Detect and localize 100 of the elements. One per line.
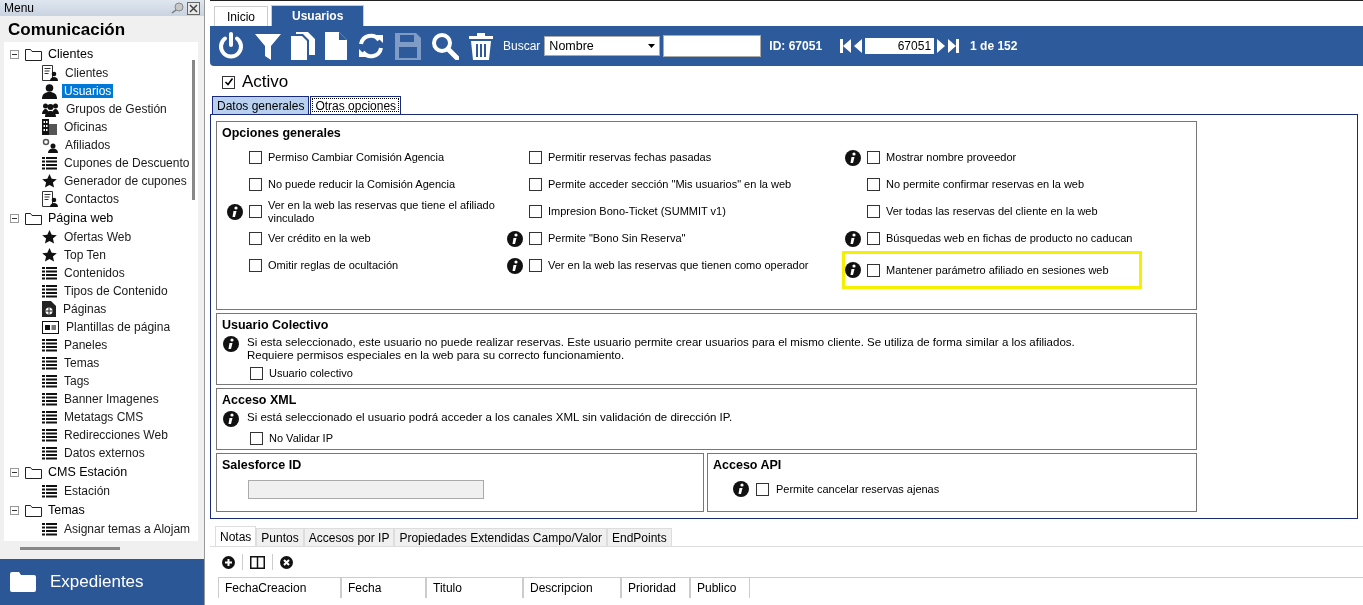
checkbox[interactable] — [222, 75, 235, 89]
checkbox[interactable] — [249, 232, 262, 245]
file-icon[interactable] — [325, 32, 347, 60]
group-title: Acceso API — [713, 458, 783, 472]
checkbox[interactable] — [249, 259, 262, 272]
trash-icon[interactable] — [469, 32, 493, 60]
tree-item[interactable]: Asignar temas a Alojam — [62, 522, 193, 536]
tree-item[interactable]: Usuarios — [62, 84, 114, 98]
tree-item[interactable]: Datos externos — [62, 446, 147, 460]
tree-item[interactable]: Afiliados — [63, 138, 113, 152]
column-header[interactable]: FechaCreacion — [218, 578, 341, 598]
info-icon[interactable] — [507, 230, 523, 247]
tab[interactable]: Datos generales — [212, 96, 310, 114]
tree-item[interactable]: Oficinas — [62, 120, 110, 134]
tree-item[interactable]: Generador de cupones — [62, 174, 189, 188]
tree-group[interactable]: Clientes — [48, 47, 94, 61]
checkbox[interactable] — [867, 178, 880, 191]
columns-icon[interactable] — [250, 555, 265, 569]
tree-item[interactable]: Plantillas de página — [64, 320, 173, 334]
checkbox[interactable] — [756, 482, 769, 496]
checkbox[interactable] — [867, 232, 880, 245]
collapse-icon[interactable] — [10, 49, 19, 59]
tab[interactable]: EndPoints — [607, 528, 672, 546]
collapse-icon[interactable] — [10, 505, 19, 515]
checkbox[interactable] — [250, 432, 263, 445]
star-icon — [42, 230, 57, 244]
option-label: Usuario colectivo — [269, 367, 353, 380]
checkbox[interactable] — [249, 151, 262, 164]
tree-item[interactable]: Tags — [62, 374, 92, 388]
dropdown-caret-icon — [648, 44, 656, 48]
search-icon[interactable] — [431, 32, 459, 60]
column-header[interactable]: Publico — [690, 578, 750, 598]
tree-group[interactable]: CMS Estación — [48, 465, 128, 479]
tree-item[interactable]: Banner Imagenes — [62, 392, 161, 406]
tab[interactable]: Accesos por IP — [303, 528, 395, 546]
checkbox[interactable] — [529, 259, 542, 272]
last-record-icon[interactable] — [948, 39, 960, 53]
scrollbar[interactable] — [20, 547, 120, 550]
previous-record-icon[interactable] — [854, 39, 863, 53]
search-input[interactable] — [663, 35, 762, 57]
info-icon[interactable] — [227, 203, 243, 220]
checkbox[interactable] — [867, 263, 880, 277]
tree-item[interactable]: Ofertas Web — [62, 230, 134, 244]
checkbox[interactable] — [250, 367, 263, 380]
info-icon[interactable] — [223, 411, 239, 427]
tree-item[interactable]: Grupos de Gestión — [64, 102, 169, 116]
add-icon[interactable] — [222, 555, 235, 569]
tree-group[interactable]: Temas — [48, 503, 85, 517]
info-icon[interactable] — [845, 262, 861, 278]
next-record-icon[interactable] — [937, 39, 946, 53]
tree-item[interactable]: Cupones de Descuento — [62, 156, 192, 170]
record-field[interactable]: 67051 — [865, 38, 935, 54]
close-icon[interactable] — [187, 1, 200, 15]
tab[interactable]: Notas — [215, 526, 257, 546]
filter-icon[interactable] — [255, 32, 281, 60]
checkbox[interactable] — [529, 151, 542, 164]
checkbox[interactable] — [249, 178, 262, 191]
tab[interactable]: Propiedades Extendidas Campo/Valor — [394, 528, 607, 546]
list-icon — [42, 156, 57, 170]
checkbox[interactable] — [249, 205, 262, 218]
first-record-icon[interactable] — [840, 39, 852, 53]
refresh-icon[interactable] — [357, 32, 385, 60]
search-field-dropdown[interactable]: Nombre — [544, 36, 661, 56]
column-header[interactable]: Descripcion — [523, 578, 621, 598]
column-header[interactable]: Prioridad — [621, 578, 690, 598]
tree-group[interactable]: Página web — [48, 211, 114, 225]
tree-item[interactable]: Metatags CMS — [62, 410, 146, 424]
tab[interactable]: Inicio — [214, 6, 268, 26]
tree-item[interactable]: Paneles — [62, 338, 110, 352]
remove-icon[interactable] — [280, 555, 293, 569]
tree-item[interactable]: Temas — [62, 356, 102, 370]
power-icon[interactable] — [217, 32, 245, 60]
column-header[interactable]: Fecha — [341, 578, 426, 598]
tab[interactable]: Usuarios — [271, 5, 365, 26]
column-header[interactable]: Titulo — [426, 578, 523, 598]
tree-item[interactable]: Clientes — [63, 66, 111, 80]
copy-icon[interactable] — [291, 32, 315, 60]
section-button[interactable]: Expedientes — [0, 559, 204, 605]
collapse-icon[interactable] — [10, 213, 19, 223]
info-icon[interactable] — [845, 149, 861, 166]
scrollbar[interactable] — [192, 60, 195, 200]
tree-item[interactable]: Contenidos — [62, 266, 127, 280]
info-icon[interactable] — [845, 230, 861, 247]
checkbox[interactable] — [867, 151, 880, 164]
checkbox[interactable] — [529, 178, 542, 191]
info-icon[interactable] — [733, 481, 749, 497]
tab[interactable]: Otras opciones — [310, 96, 402, 114]
tree-item[interactable]: Tipos de Contenido — [62, 284, 170, 298]
tree-item[interactable]: Contactos — [63, 192, 122, 206]
checkbox[interactable] — [529, 205, 542, 218]
tree-item[interactable]: Estación — [62, 484, 113, 498]
tab[interactable]: Puntos — [256, 528, 304, 546]
collapse-icon[interactable] — [10, 467, 19, 477]
checkbox[interactable] — [867, 205, 880, 218]
checkbox[interactable] — [529, 232, 542, 245]
info-icon[interactable] — [223, 336, 239, 352]
tree-item[interactable]: Redirecciones Web — [62, 428, 170, 442]
info-icon[interactable] — [507, 257, 523, 274]
tree-item[interactable]: Top Ten — [62, 248, 108, 262]
tree-item[interactable]: Páginas — [61, 302, 109, 316]
